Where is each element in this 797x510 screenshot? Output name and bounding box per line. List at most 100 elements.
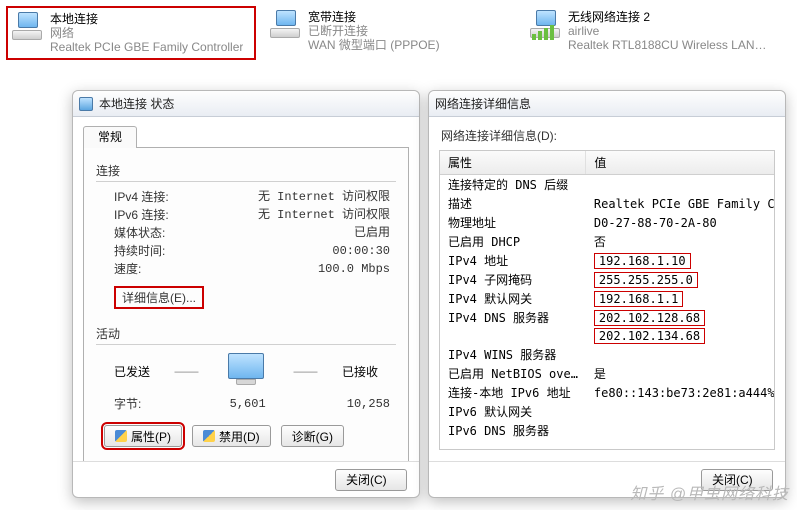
status-row: 媒体状态: 已启用 xyxy=(96,224,396,242)
disable-button[interactable]: 禁用(D) xyxy=(192,425,271,447)
details-value xyxy=(586,175,775,195)
details-row: 连接-本地 IPv6 地址fe80::143:be73:2e81:a444%11 xyxy=(440,383,775,402)
details-property: 连接特定的 DNS 后缀 xyxy=(440,175,586,195)
properties-button[interactable]: 属性(P) xyxy=(104,425,182,447)
ethernet-adapter-icon xyxy=(270,10,302,42)
details-row: IPv4 地址192.168.1.10 xyxy=(440,251,775,270)
activity-icon xyxy=(223,353,269,389)
status-row: IPv6 连接:无 Internet 访问权限 xyxy=(96,206,396,224)
details-row: 202.102.134.68 xyxy=(440,327,775,345)
details-property: IPv4 默认网关 xyxy=(440,289,586,308)
details-property: 物理地址 xyxy=(440,213,586,232)
details-property: 连接-本地 IPv6 地址 xyxy=(440,383,586,402)
details-property: 描述 xyxy=(440,194,586,213)
details-row: IPv4 子网掩码255.255.255.0 xyxy=(440,270,775,289)
details-row: 连接特定的 DNS 后缀 xyxy=(440,175,775,195)
details-value: 192.168.1.10 xyxy=(586,251,775,270)
details-property: 已启用 DHCP xyxy=(440,232,586,251)
details-row: IPv4 默认网关192.168.1.1 xyxy=(440,289,775,308)
adapter-status: 已断开连接 xyxy=(308,24,440,38)
tab-strip: 常规 xyxy=(83,125,409,147)
details-value xyxy=(586,421,775,440)
section-connection: 连接 xyxy=(96,162,396,179)
details-property: IPv4 子网掩码 xyxy=(440,270,586,289)
adapter-status: airlive xyxy=(568,24,768,38)
adapter-name: 本地连接 xyxy=(50,12,243,26)
details-row: IPv4 DNS 服务器202.102.128.68 xyxy=(440,308,775,327)
action-buttons: 属性(P) 禁用(D) 诊断(G) xyxy=(104,425,396,447)
close-button[interactable]: 关闭(C) xyxy=(701,469,773,491)
adapter-item[interactable]: 无线网络连接 2airliveRealtek RTL8188CU Wireles… xyxy=(526,6,776,60)
adapter-name: 无线网络连接 2 xyxy=(568,10,768,24)
properties-button-label: 属性(P) xyxy=(131,428,171,445)
details-property: IPv4 DNS 服务器 xyxy=(440,308,586,327)
adapter-name: 宽带连接 xyxy=(308,10,440,24)
details-value: D0-27-88-70-2A-80 xyxy=(586,213,775,232)
details-row: IPv6 DNS 服务器 xyxy=(440,421,775,440)
wifi-adapter-icon xyxy=(530,10,562,42)
details-row: IPv6 默认网关 xyxy=(440,402,775,421)
details-property: IPv4 地址 xyxy=(440,251,586,270)
ethernet-adapter-icon xyxy=(12,12,44,44)
details-property: IPv6 DNS 服务器 xyxy=(440,421,586,440)
status-row: IPv4 连接: 无 Internet 访问权限 xyxy=(96,188,396,206)
details-row: 描述Realtek PCIe GBE Family Controller xyxy=(440,194,775,213)
status-row: 速度: 100.0 Mbps xyxy=(96,260,396,278)
details-row: IPv4 WINS 服务器 xyxy=(440,345,775,364)
details-property xyxy=(440,327,586,345)
details-property: 已启用 NetBIOS ove… xyxy=(440,364,586,383)
details-button[interactable]: 详细信息(E)... xyxy=(114,286,204,309)
details-value xyxy=(586,402,775,421)
adapter-item[interactable]: 本地连接网络Realtek PCIe GBE Family Controller xyxy=(6,6,256,60)
shield-icon xyxy=(115,430,127,442)
adapter-device: Realtek PCIe GBE Family Controller xyxy=(50,40,243,54)
details-property: IPv4 WINS 服务器 xyxy=(440,345,586,364)
details-value: Realtek PCIe GBE Family Controller xyxy=(586,194,775,213)
diagnose-button-label: 诊断(G) xyxy=(292,428,333,445)
bytes-label: 字节: xyxy=(114,395,141,413)
divider xyxy=(96,181,396,182)
dialog-titlebar[interactable]: 本地连接 状态 xyxy=(73,91,419,117)
divider xyxy=(96,344,396,345)
status-key: IPv6 连接: xyxy=(114,206,169,224)
section-activity: 活动 xyxy=(96,325,396,342)
details-list-label: 网络连接详细信息(D): xyxy=(441,127,775,144)
status-value: 无 Internet 访问权限 xyxy=(258,188,390,206)
details-row: 已启用 DHCP否 xyxy=(440,232,775,251)
details-value: 202.102.128.68 xyxy=(586,308,775,327)
details-value: 192.168.1.1 xyxy=(586,289,775,308)
adapter-item[interactable]: 宽带连接已断开连接WAN 微型端口 (PPPOE) xyxy=(266,6,516,60)
status-key: 媒体状态: xyxy=(114,224,165,242)
recv-label: 已接收 xyxy=(342,363,378,380)
details-value: 是 xyxy=(586,364,775,383)
shield-icon xyxy=(203,430,215,442)
status-key: 持续时间: xyxy=(114,242,165,260)
adapter-device: Realtek RTL8188CU Wireless LAN 8… xyxy=(568,38,768,52)
adapter-list: 本地连接网络Realtek PCIe GBE Family Controller… xyxy=(0,0,797,62)
details-property: IPv6 默认网关 xyxy=(440,402,586,421)
status-row: 持续时间: 00:00:30 xyxy=(96,242,396,260)
status-value: 100.0 Mbps xyxy=(318,260,390,278)
adapter-status: 网络 xyxy=(50,26,243,40)
status-key: 速度: xyxy=(114,260,141,278)
dialog-titlebar[interactable]: 网络连接详细信息 xyxy=(429,91,785,117)
tab-panel: 连接 IPv4 连接: 无 Internet 访问权限IPv6 连接:无 Inte… xyxy=(83,147,409,461)
activity-row: 已发送 —— —— 已接收 xyxy=(96,353,396,389)
col-value[interactable]: 值 xyxy=(586,151,775,175)
details-value: 202.102.134.68 xyxy=(586,327,775,345)
status-value: 已启用 xyxy=(354,224,390,242)
details-row: 物理地址D0-27-88-70-2A-80 xyxy=(440,213,775,232)
disable-button-label: 禁用(D) xyxy=(219,428,260,445)
col-property[interactable]: 属性 xyxy=(440,151,586,175)
network-icon xyxy=(79,97,93,111)
close-button[interactable]: 关闭(C) xyxy=(335,469,407,491)
details-grid[interactable]: 属性 值 连接特定的 DNS 后缀描述Realtek PCIe GBE Fami… xyxy=(439,150,775,450)
bytes-recv: 10,258 xyxy=(300,395,390,413)
connection-details-dialog: 网络连接详细信息 网络连接详细信息(D): 属性 值 连接特定的 DNS 后缀描… xyxy=(428,90,786,498)
tab-general[interactable]: 常规 xyxy=(83,126,137,148)
diagnose-button[interactable]: 诊断(G) xyxy=(281,425,344,447)
status-key: IPv4 连接: xyxy=(114,188,169,206)
status-value: 00:00:30 xyxy=(332,242,390,260)
bytes-sent: 5,601 xyxy=(176,395,266,413)
connection-status-dialog: 本地连接 状态 常规 连接 IPv4 连接:无 Internet 访问权限IPv… xyxy=(72,90,420,498)
